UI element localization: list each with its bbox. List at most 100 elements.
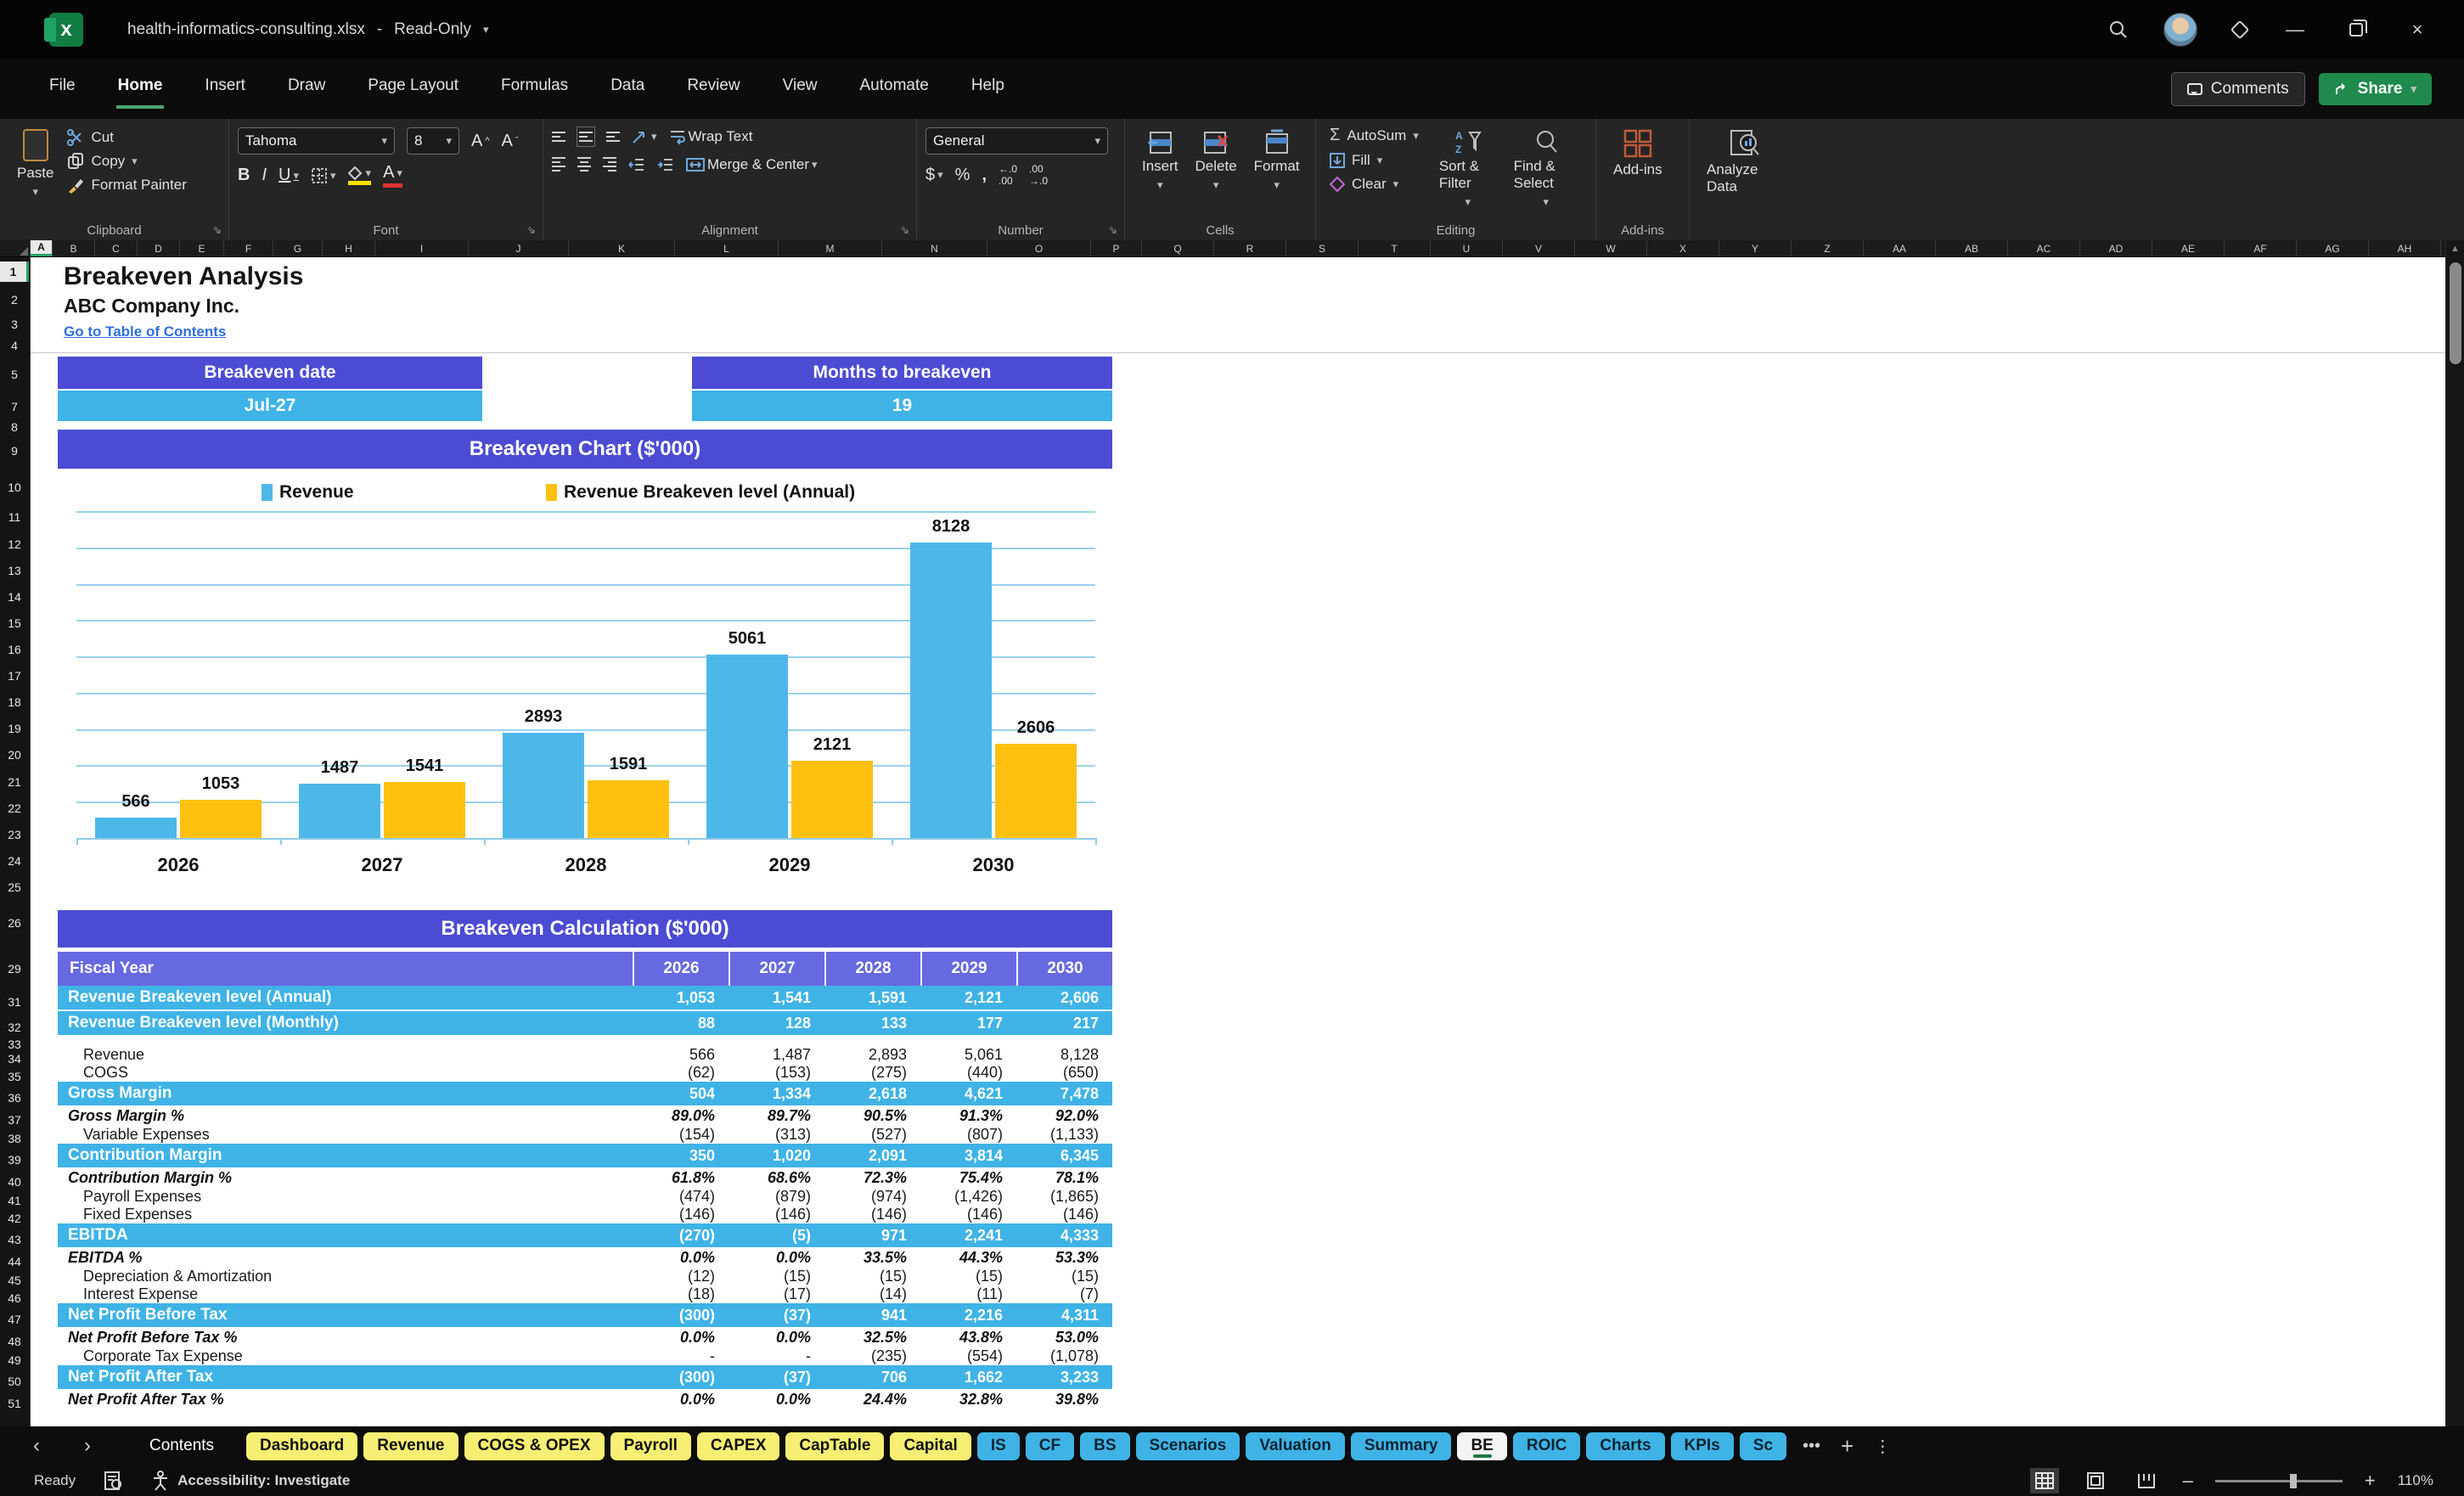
- row-header-4[interactable]: 4: [0, 335, 29, 356]
- comma-format-button[interactable]: ,: [982, 166, 987, 185]
- premium-diamond-icon[interactable]: [2230, 20, 2250, 40]
- cell[interactable]: (7): [1016, 1285, 1112, 1303]
- clear-button[interactable]: Clear ▾: [1330, 176, 1419, 193]
- row-header-24[interactable]: 24: [0, 851, 29, 871]
- cell[interactable]: 2,091: [824, 1147, 920, 1165]
- column-header-N[interactable]: N: [882, 240, 987, 256]
- column-header-L[interactable]: L: [675, 240, 779, 256]
- cell[interactable]: (37): [729, 1369, 824, 1386]
- column-header-I[interactable]: I: [375, 240, 469, 256]
- row-header-44[interactable]: 44: [0, 1251, 29, 1272]
- cell[interactable]: 1,020: [729, 1147, 824, 1165]
- row-header-18[interactable]: 18: [0, 692, 29, 712]
- column-header-Q[interactable]: Q: [1142, 240, 1214, 256]
- year-column-header-2027[interactable]: 2027: [729, 952, 824, 986]
- italic-button[interactable]: I: [262, 166, 267, 185]
- table-row-50[interactable]: Net Profit After Tax (300) (37) 706 1,662 3,2…: [58, 1365, 1112, 1389]
- cell[interactable]: 971: [824, 1227, 920, 1245]
- column-header-D[interactable]: D: [138, 240, 180, 256]
- table-row-40[interactable]: Contribution Margin % 61.8% 68.6% 72.3% 75.4…: [58, 1167, 1112, 1188]
- cell[interactable]: (275): [824, 1064, 920, 1082]
- ribbon-tab-help[interactable]: Help: [970, 70, 1006, 109]
- sheet-tab-dashboard[interactable]: Dashboard: [246, 1431, 358, 1460]
- cell[interactable]: 128: [729, 1015, 824, 1032]
- fill-button[interactable]: Fill ▾: [1330, 152, 1419, 169]
- column-header-H[interactable]: H: [323, 240, 375, 256]
- cell[interactable]: (146): [920, 1206, 1016, 1223]
- tabs-scroll-right-icon[interactable]: ›: [73, 1434, 102, 1458]
- year-column-header-2030[interactable]: 2030: [1016, 952, 1112, 986]
- cell[interactable]: 8,128: [1016, 1046, 1112, 1064]
- year-column-header-2029[interactable]: 2029: [920, 952, 1016, 986]
- sheet-tab-be[interactable]: BE: [1457, 1431, 1507, 1460]
- ribbon-tab-view[interactable]: View: [781, 70, 819, 109]
- row-header-31[interactable]: 31: [0, 992, 29, 1012]
- cell[interactable]: 53.3%: [1016, 1249, 1112, 1267]
- cell[interactable]: 504: [633, 1085, 729, 1103]
- table-row-51[interactable]: Net Profit After Tax % 0.0% 0.0% 24.4% 32.8%…: [58, 1389, 1112, 1409]
- cell[interactable]: (37): [729, 1307, 824, 1324]
- row-header-13[interactable]: 13: [0, 560, 29, 581]
- breakeven-chart[interactable]: Breakeven Chart ($'000) Revenue Revenue B…: [58, 430, 1112, 902]
- cell[interactable]: 75.4%: [920, 1169, 1016, 1187]
- clipboard-dialog-launcher[interactable]: ⇘: [212, 223, 222, 237]
- row-header-48[interactable]: 48: [0, 1331, 29, 1352]
- table-row-41[interactable]: Payroll Expenses (474) (879) (974) (1,426) (1…: [58, 1188, 1112, 1206]
- column-header-C[interactable]: C: [95, 240, 138, 256]
- cell[interactable]: 1,591: [824, 989, 920, 1007]
- sheet-tab-bs[interactable]: BS: [1080, 1431, 1130, 1460]
- row-header-23[interactable]: 23: [0, 824, 29, 845]
- restore-button[interactable]: [2343, 17, 2369, 42]
- vertical-scroll-thumb[interactable]: [2450, 262, 2461, 364]
- row-header-35[interactable]: 35: [0, 1066, 29, 1087]
- zoom-level[interactable]: 110%: [2398, 1472, 2433, 1489]
- format-cells-button[interactable]: Format ▾: [1246, 126, 1308, 195]
- row-header-21[interactable]: 21: [0, 772, 29, 792]
- align-center-button[interactable]: [577, 155, 591, 174]
- row-header-43[interactable]: 43: [0, 1229, 29, 1250]
- column-header-B[interactable]: B: [53, 240, 95, 256]
- row-header-42[interactable]: 42: [0, 1208, 29, 1229]
- column-header-J[interactable]: J: [469, 240, 569, 256]
- sheet-tab-capex[interactable]: CAPEX: [696, 1431, 780, 1460]
- sort-filter-button[interactable]: AZ Sort & Filter ▾: [1431, 126, 1505, 212]
- cell[interactable]: 4,621: [920, 1085, 1016, 1103]
- cell[interactable]: 90.5%: [824, 1107, 920, 1125]
- cell[interactable]: 941: [824, 1307, 920, 1324]
- cell[interactable]: 2,121: [920, 989, 1016, 1007]
- row-header-40[interactable]: 40: [0, 1172, 29, 1192]
- decrease-indent-button[interactable]: [628, 158, 645, 172]
- column-header-F[interactable]: F: [224, 240, 273, 256]
- cell[interactable]: (974): [824, 1188, 920, 1206]
- fill-color-button[interactable]: ▾: [347, 166, 372, 185]
- column-header-AC[interactable]: AC: [2008, 240, 2080, 256]
- cell[interactable]: 0.0%: [729, 1391, 824, 1409]
- table-row-31[interactable]: Revenue Breakeven level (Annual) 1,053 1,5…: [58, 986, 1112, 1010]
- cell[interactable]: (15): [1016, 1268, 1112, 1285]
- column-header-A[interactable]: A: [31, 240, 53, 256]
- cell[interactable]: 1,487: [729, 1046, 824, 1064]
- align-top-button[interactable]: [552, 129, 565, 144]
- cell[interactable]: (440): [920, 1064, 1016, 1082]
- cell[interactable]: 1,334: [729, 1085, 824, 1103]
- font-dialog-launcher[interactable]: ⇘: [526, 223, 536, 237]
- row-header-17[interactable]: 17: [0, 666, 29, 686]
- ribbon-tab-draw[interactable]: Draw: [286, 70, 327, 109]
- autosum-button[interactable]: Σ AutoSum ▾: [1330, 126, 1419, 145]
- cell[interactable]: 92.0%: [1016, 1107, 1112, 1125]
- ribbon-tab-automate[interactable]: Automate: [858, 70, 930, 109]
- cell[interactable]: 4,333: [1016, 1227, 1112, 1245]
- cell[interactable]: 0.0%: [729, 1249, 824, 1267]
- cell[interactable]: 0.0%: [633, 1249, 729, 1267]
- cell[interactable]: 3,233: [1016, 1369, 1112, 1386]
- column-header-AB[interactable]: AB: [1936, 240, 2008, 256]
- format-painter-button[interactable]: Format Painter: [67, 177, 187, 194]
- row-header-46[interactable]: 46: [0, 1288, 29, 1308]
- underline-button[interactable]: U ▾: [278, 166, 299, 185]
- row-header-3[interactable]: 3: [0, 314, 29, 335]
- sheet-tab-cf[interactable]: CF: [1025, 1431, 1075, 1460]
- cell[interactable]: 0.0%: [729, 1329, 824, 1347]
- row-header-26[interactable]: 26: [0, 913, 29, 933]
- sheet-tab-valuation[interactable]: Valuation: [1246, 1431, 1345, 1460]
- row-header-5[interactable]: 5: [0, 364, 29, 385]
